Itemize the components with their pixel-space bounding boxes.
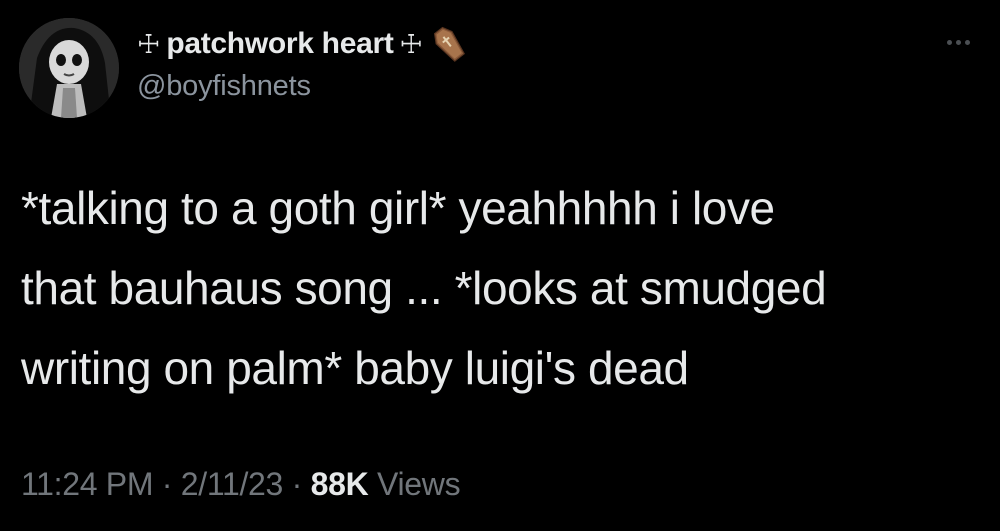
author-display-name[interactable]: patchwork heart [166,27,394,61]
meta-separator: · [153,466,181,502]
more-dot [955,39,961,45]
views-count[interactable]: 88K [311,466,369,502]
tweet-text: *talking to a goth girl* yeahhhhh i love… [21,168,981,408]
more-dots-icon[interactable] [936,32,980,52]
author-handle[interactable]: @boyfishnets [137,70,311,103]
meta-separator: · [283,466,311,502]
author-name-row[interactable]: ☩ patchwork heart ☩ [137,24,469,64]
coffin-icon [429,24,469,64]
more-dot [964,39,970,45]
tweet-time[interactable]: 11:24 PM [21,466,154,502]
tweet-text-line: that bauhaus song ... *looks at smudged [21,262,827,314]
tweet-date[interactable]: 2/11/23 [181,466,284,502]
tweet-card: ☩ patchwork heart ☩ @boyfishnets *talkin… [0,0,1000,531]
cross-prefix-glyph: ☩ [137,29,161,59]
tweet-text-line: *talking to a goth girl* yeahhhhh i love [21,182,775,234]
tweet-text-line: writing on palm* baby luigi's dead [21,342,689,394]
avatar[interactable] [19,18,119,118]
cross-suffix-glyph: ☩ [399,29,423,59]
goth-doll-avatar-icon [19,18,119,118]
more-dot [946,39,952,45]
tweet-meta: 11:24 PM · 2/11/23 · 88K Views [21,466,461,503]
views-label: Views [377,466,461,502]
